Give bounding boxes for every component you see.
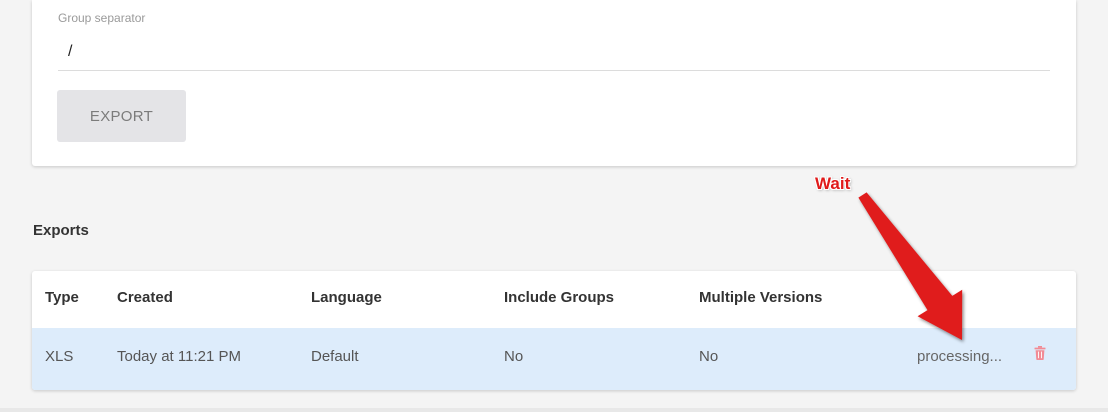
cell-include-groups: No: [504, 348, 524, 365]
cell-multiple-versions: No: [699, 348, 719, 365]
column-header-include-groups: Include Groups: [504, 289, 615, 306]
group-separator-label: Group separator: [58, 11, 146, 25]
export-status: processing...: [917, 348, 1003, 365]
group-separator-input[interactable]: [58, 33, 1050, 71]
cell-language: Default: [311, 348, 359, 365]
cell-created: Today at 11:21 PM: [117, 348, 241, 365]
export-button[interactable]: EXPORT: [57, 90, 186, 142]
wait-annotation-label: Wait: [815, 174, 851, 193]
column-header-multiple-versions: Multiple Versions: [699, 289, 823, 306]
export-settings-card: [32, 0, 1076, 166]
column-header-type: Type: [45, 289, 79, 306]
column-header-created: Created: [117, 289, 173, 306]
trash-icon[interactable]: [1034, 346, 1046, 360]
cell-type: XLS: [45, 348, 74, 365]
column-header-language: Language: [311, 289, 382, 306]
exports-section-title: Exports: [33, 222, 89, 239]
bottom-divider: [0, 408, 1108, 412]
